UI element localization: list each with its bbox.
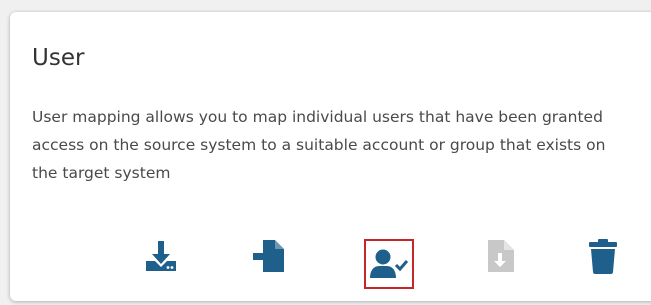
download-icon bbox=[146, 241, 176, 271]
download-button[interactable] bbox=[136, 231, 186, 281]
user-check-icon bbox=[370, 249, 408, 278]
user-mapping-card: User User mapping allows you to map indi… bbox=[10, 12, 651, 301]
user-mapping-button[interactable] bbox=[364, 239, 414, 289]
delete-button[interactable] bbox=[578, 231, 628, 281]
card-actions bbox=[10, 12, 651, 301]
import-button[interactable] bbox=[244, 231, 294, 281]
file-download-icon bbox=[488, 240, 514, 272]
file-import-icon bbox=[253, 240, 284, 272]
export-button[interactable] bbox=[476, 231, 526, 281]
trash-icon bbox=[589, 239, 617, 274]
